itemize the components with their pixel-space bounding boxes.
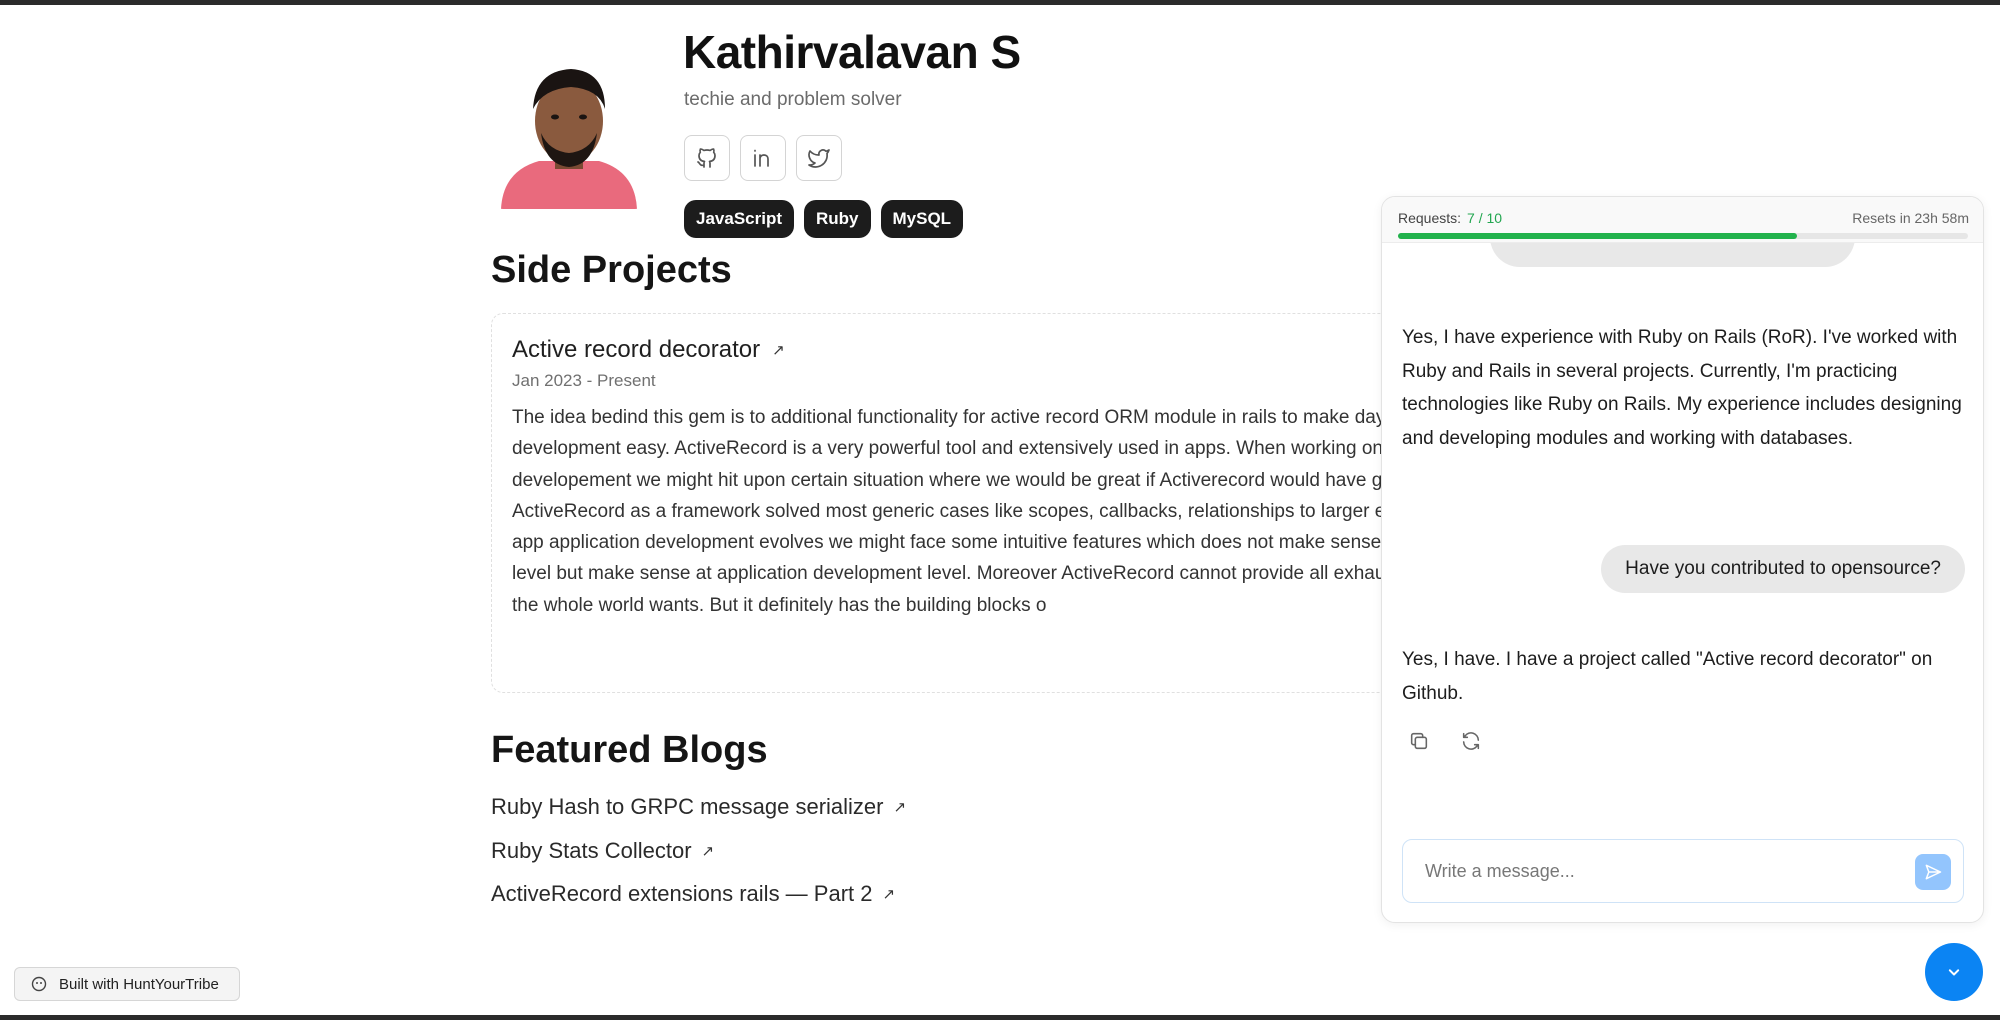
built-with-badge[interactable]: Built with HuntYourTribe: [14, 967, 240, 1001]
avatar: [491, 53, 647, 209]
message-actions: [1408, 730, 1482, 752]
send-button[interactable]: [1915, 854, 1951, 890]
linkedin-link[interactable]: [740, 135, 786, 181]
external-link-icon: ↗: [772, 342, 785, 359]
external-link-icon: ↗: [701, 843, 715, 860]
github-icon: [697, 148, 716, 168]
tribe-logo-icon: [31, 976, 47, 992]
avatar-photo: [491, 53, 647, 209]
blog-link[interactable]: ActiveRecord extensions rails — Part 2 ↗: [491, 881, 895, 907]
skill-tags: JavaScript Ruby MySQL: [684, 200, 964, 238]
twitter-icon: [808, 149, 830, 168]
message-input[interactable]: [1403, 840, 1963, 902]
tag-mysql: MySQL: [880, 200, 964, 238]
blog-title: Ruby Hash to GRPC message serializer: [491, 794, 884, 819]
social-links: [684, 135, 842, 181]
featured-blogs-heading: Featured Blogs: [491, 729, 768, 771]
external-link-icon: ↗: [893, 799, 907, 816]
linkedin-icon: [754, 149, 769, 167]
tag-ruby: Ruby: [804, 200, 871, 238]
project-card: Active record decorator ↗ Jan 2023 - Pre…: [491, 313, 1511, 693]
chat-header: Requests: 7 / 10 Resets in 23h 58m: [1382, 197, 1983, 243]
bot-message: Yes, I have. I have a project called "Ac…: [1402, 649, 1933, 704]
requests-label: Requests:: [1398, 210, 1462, 226]
twitter-link[interactable]: [796, 135, 842, 181]
project-title-link[interactable]: Active record decorator ↗: [512, 336, 785, 364]
chat-panel: Requests: 7 / 10 Resets in 23h 58m Yes, I…: [1381, 196, 1984, 923]
external-link-icon: ↗: [882, 886, 896, 903]
blog-link[interactable]: Ruby Hash to GRPC message serializer ↗: [491, 794, 906, 820]
requests-progress-fill: [1398, 233, 1797, 239]
blog-title: ActiveRecord extensions rails — Part 2: [491, 881, 873, 906]
side-projects-heading: Side Projects: [491, 249, 732, 291]
profile-tagline: techie and problem solver: [684, 89, 902, 110]
github-link[interactable]: [684, 135, 730, 181]
send-icon: [1925, 864, 1942, 880]
bot-message: Yes, I have experience with Ruby on Rail…: [1402, 327, 1962, 450]
profile-name: Kathirvalavan S: [683, 26, 1021, 78]
project-date: Jan 2023 - Present: [512, 371, 656, 390]
page: Kathirvalavan S techie and problem solve…: [0, 5, 2000, 1015]
user-message: Have you contributed to opensource?: [1601, 545, 1965, 593]
requests-count: 7 / 10: [1467, 210, 1503, 226]
reset-timer: Resets in 23h 58m: [1852, 210, 1969, 226]
requests-indicator: Requests: 7 / 10: [1398, 210, 1502, 226]
blog-title: Ruby Stats Collector: [491, 838, 692, 863]
copy-icon[interactable]: [1408, 730, 1430, 752]
project-title: Active record decorator: [512, 336, 761, 363]
tag-javascript: JavaScript: [684, 200, 794, 238]
chevron-down-icon: [1948, 969, 1960, 976]
regenerate-icon[interactable]: [1460, 730, 1482, 752]
chat-toggle-button[interactable]: [1925, 943, 1983, 1001]
built-with-text: Built with HuntYourTribe: [59, 975, 219, 993]
requests-progress-bar: [1398, 233, 1968, 239]
message-input-container: [1402, 839, 1964, 903]
project-description: The idea bedind this gem is to additiona…: [512, 407, 1499, 616]
blog-link[interactable]: Ruby Stats Collector ↗: [491, 838, 714, 864]
